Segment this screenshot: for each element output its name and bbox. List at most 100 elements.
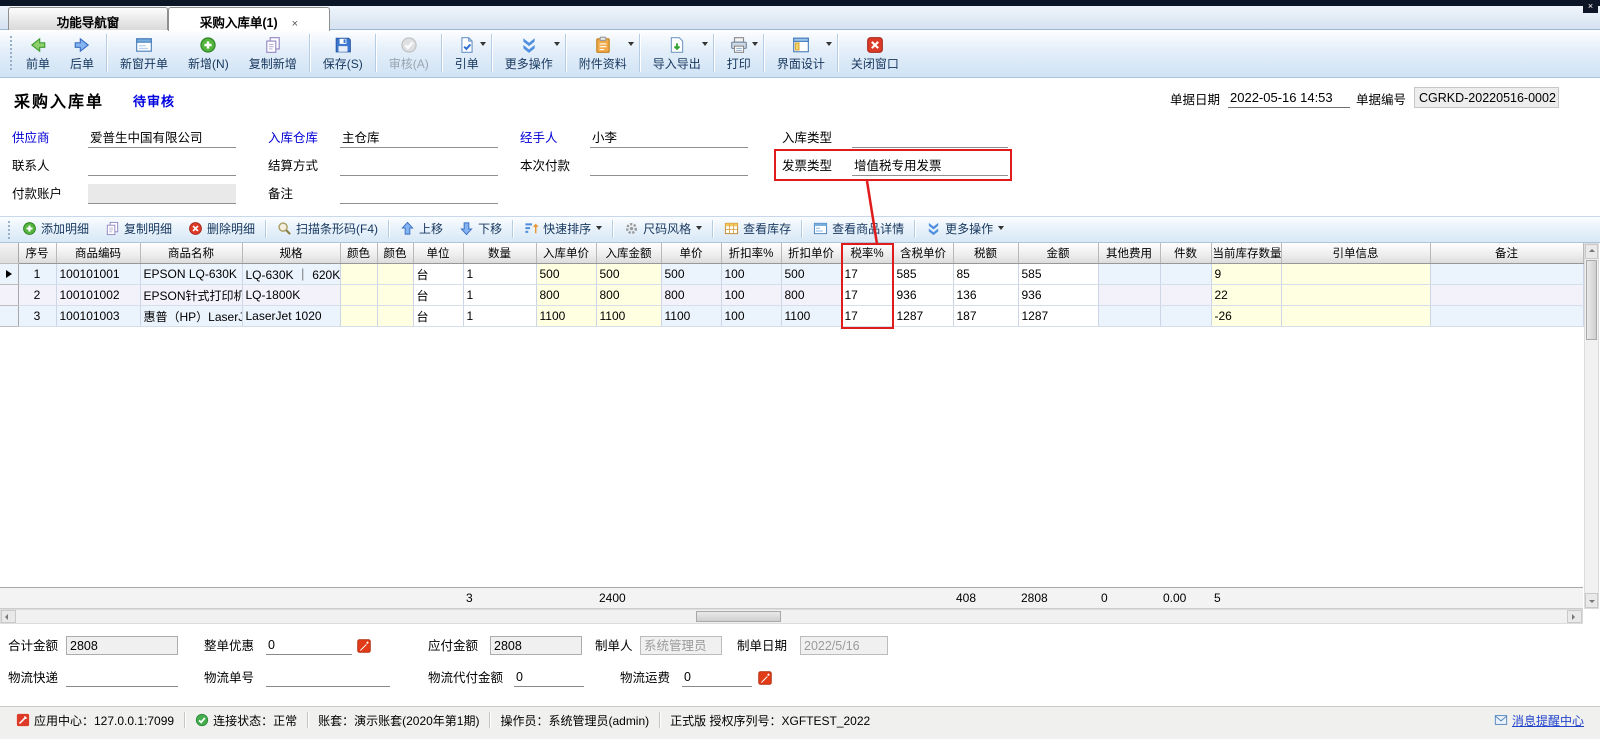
grid-cell[interactable]: 936 — [893, 285, 953, 306]
new-window-doc-button[interactable]: 新窗开单 — [110, 33, 178, 74]
grid-cell[interactable]: 500 — [781, 264, 841, 285]
payment-field[interactable] — [590, 156, 748, 176]
invoice-type-field[interactable]: 增值税专用发票 — [852, 156, 1008, 176]
grid-cell[interactable]: LQ-630K ｜ 620K — [242, 264, 340, 285]
ui-design-button[interactable]: 界面设计 — [767, 33, 835, 74]
grid-cell[interactable]: 500 — [596, 264, 661, 285]
column-header-2[interactable]: 商品名称 — [140, 243, 242, 264]
column-header-0[interactable]: 序号 — [18, 243, 56, 264]
scrollbar-thumb[interactable] — [696, 611, 781, 622]
horizontal-scrollbar[interactable] — [0, 609, 1583, 624]
grid-cell[interactable]: 100101003 — [56, 306, 140, 327]
tab-close-icon[interactable]: × — [292, 18, 298, 30]
column-header-10[interactable]: 单价 — [661, 243, 721, 264]
column-header-6[interactable]: 单位 — [413, 243, 463, 264]
import-export-button[interactable]: 导入导出 — [643, 33, 711, 74]
handler-field[interactable]: 小李 — [590, 128, 748, 148]
contact-field[interactable] — [88, 156, 236, 176]
column-header-12[interactable]: 折扣单价 — [781, 243, 841, 264]
toolbar-grip[interactable] — [10, 36, 12, 70]
grid-cell[interactable]: 1 — [463, 306, 536, 327]
row-selector[interactable] — [0, 285, 18, 306]
grid-cell[interactable]: 1100 — [596, 306, 661, 327]
size-style-button[interactable]: 尺码风格 — [616, 217, 710, 241]
grid-cell[interactable]: 100 — [721, 264, 781, 285]
tab-purchase-inbound[interactable]: 采购入库单(1)× — [168, 7, 330, 31]
grid-cell[interactable]: 17 — [841, 306, 893, 327]
column-header-14[interactable]: 含税单价 — [893, 243, 953, 264]
grid-cell[interactable]: 500 — [536, 264, 596, 285]
grid-cell[interactable]: EPSON针式打印机 — [140, 285, 242, 306]
scroll-right-icon[interactable] — [1572, 614, 1575, 620]
grid-cell[interactable] — [1430, 264, 1583, 285]
grid-cell[interactable]: 1100 — [661, 306, 721, 327]
scrollbar-thumb[interactable] — [1586, 260, 1597, 340]
attachments-button[interactable]: 附件资料 — [569, 33, 637, 74]
grid-cell[interactable] — [1430, 285, 1583, 306]
column-header-8[interactable]: 入库单价 — [536, 243, 596, 264]
scroll-down-icon[interactable] — [1589, 600, 1595, 603]
grid-cell[interactable]: EPSON LQ-630K — [140, 264, 242, 285]
inbound-type-field[interactable] — [852, 128, 1008, 148]
column-header-5[interactable]: 颜色 — [377, 243, 413, 264]
row-selector[interactable] — [0, 306, 18, 327]
next-doc-button[interactable]: 后单 — [60, 33, 104, 74]
grid-cell[interactable]: 1100 — [536, 306, 596, 327]
delete-detail-button[interactable]: 删除明细 — [180, 217, 263, 241]
quick-sort-button[interactable]: 快速排序 — [516, 217, 610, 241]
grid-cell[interactable]: 台 — [413, 285, 463, 306]
logistics-express-field[interactable] — [66, 668, 178, 687]
grid-cell[interactable] — [1098, 264, 1160, 285]
settle-field[interactable] — [340, 156, 498, 176]
doc-date-field[interactable]: 2022-05-16 14:53 — [1228, 88, 1350, 108]
grid-cell[interactable]: 1 — [463, 285, 536, 306]
grid-cell[interactable]: 17 — [841, 285, 893, 306]
grid-cell[interactable] — [340, 285, 377, 306]
grid-cell[interactable]: 136 — [953, 285, 1018, 306]
column-header-9[interactable]: 入库金额 — [596, 243, 661, 264]
grid-cell[interactable]: 100 — [721, 306, 781, 327]
grid-cell[interactable] — [1281, 285, 1430, 306]
column-header-15[interactable]: 税额 — [953, 243, 1018, 264]
message-center-link[interactable]: 消息提醒中心 — [1484, 711, 1594, 729]
column-header-18[interactable]: 件数 — [1160, 243, 1211, 264]
copy-detail-button[interactable]: 复制明细 — [97, 217, 180, 241]
prev-doc-button[interactable]: 前单 — [16, 33, 60, 74]
close-window-button[interactable]: 关闭窗口 — [841, 33, 909, 74]
grid-cell[interactable]: 2 — [18, 285, 56, 306]
tab-nav-window[interactable]: 功能导航窗 — [8, 7, 168, 30]
scroll-up-icon[interactable] — [1589, 249, 1595, 252]
add-detail-button[interactable]: 添加明细 — [14, 217, 97, 241]
more-actions-button[interactable]: 更多操作 — [495, 33, 563, 74]
grid-cell[interactable]: 台 — [413, 264, 463, 285]
column-header-7[interactable]: 数量 — [463, 243, 536, 264]
column-header-19[interactable]: 当前库存数量 — [1211, 243, 1281, 264]
column-header-3[interactable]: 规格 — [242, 243, 340, 264]
view-stock-button[interactable]: 查看库存 — [716, 217, 799, 241]
window-close-icon[interactable]: × — [1583, 0, 1598, 13]
pull-doc-button[interactable]: 引单 — [445, 33, 489, 74]
grid-cell[interactable]: 惠普（HP）LaserJet — [140, 306, 242, 327]
grid-cell[interactable] — [1160, 285, 1211, 306]
grid-cell[interactable] — [377, 285, 413, 306]
grid-cell[interactable]: 85 — [953, 264, 1018, 285]
grid-cell[interactable]: 500 — [661, 264, 721, 285]
grid-cell[interactable]: 100101002 — [56, 285, 140, 306]
grid-cell[interactable]: 3 — [18, 306, 56, 327]
grid-cell[interactable]: 585 — [1018, 264, 1098, 285]
grid-cell[interactable]: 936 — [1018, 285, 1098, 306]
grid-cell[interactable]: 1287 — [1018, 306, 1098, 327]
supplier-field[interactable]: 爱普生中国有限公司 — [88, 128, 236, 148]
grid-cell[interactable] — [340, 306, 377, 327]
grid-cell[interactable]: LaserJet 1020 — [242, 306, 340, 327]
save-button[interactable]: 保存(S) — [313, 33, 373, 74]
grid-cell[interactable]: 800 — [661, 285, 721, 306]
grid-cell[interactable]: 800 — [536, 285, 596, 306]
pay-account-field[interactable] — [88, 184, 236, 204]
move-down-button[interactable]: 下移 — [451, 217, 510, 241]
grid-cell[interactable] — [1098, 285, 1160, 306]
grid-cell[interactable] — [1098, 306, 1160, 327]
toolbar-grip[interactable] — [8, 221, 10, 239]
more-detail-actions-button[interactable]: 更多操作 — [918, 217, 1012, 241]
grid-cell[interactable]: 17 — [841, 264, 893, 285]
